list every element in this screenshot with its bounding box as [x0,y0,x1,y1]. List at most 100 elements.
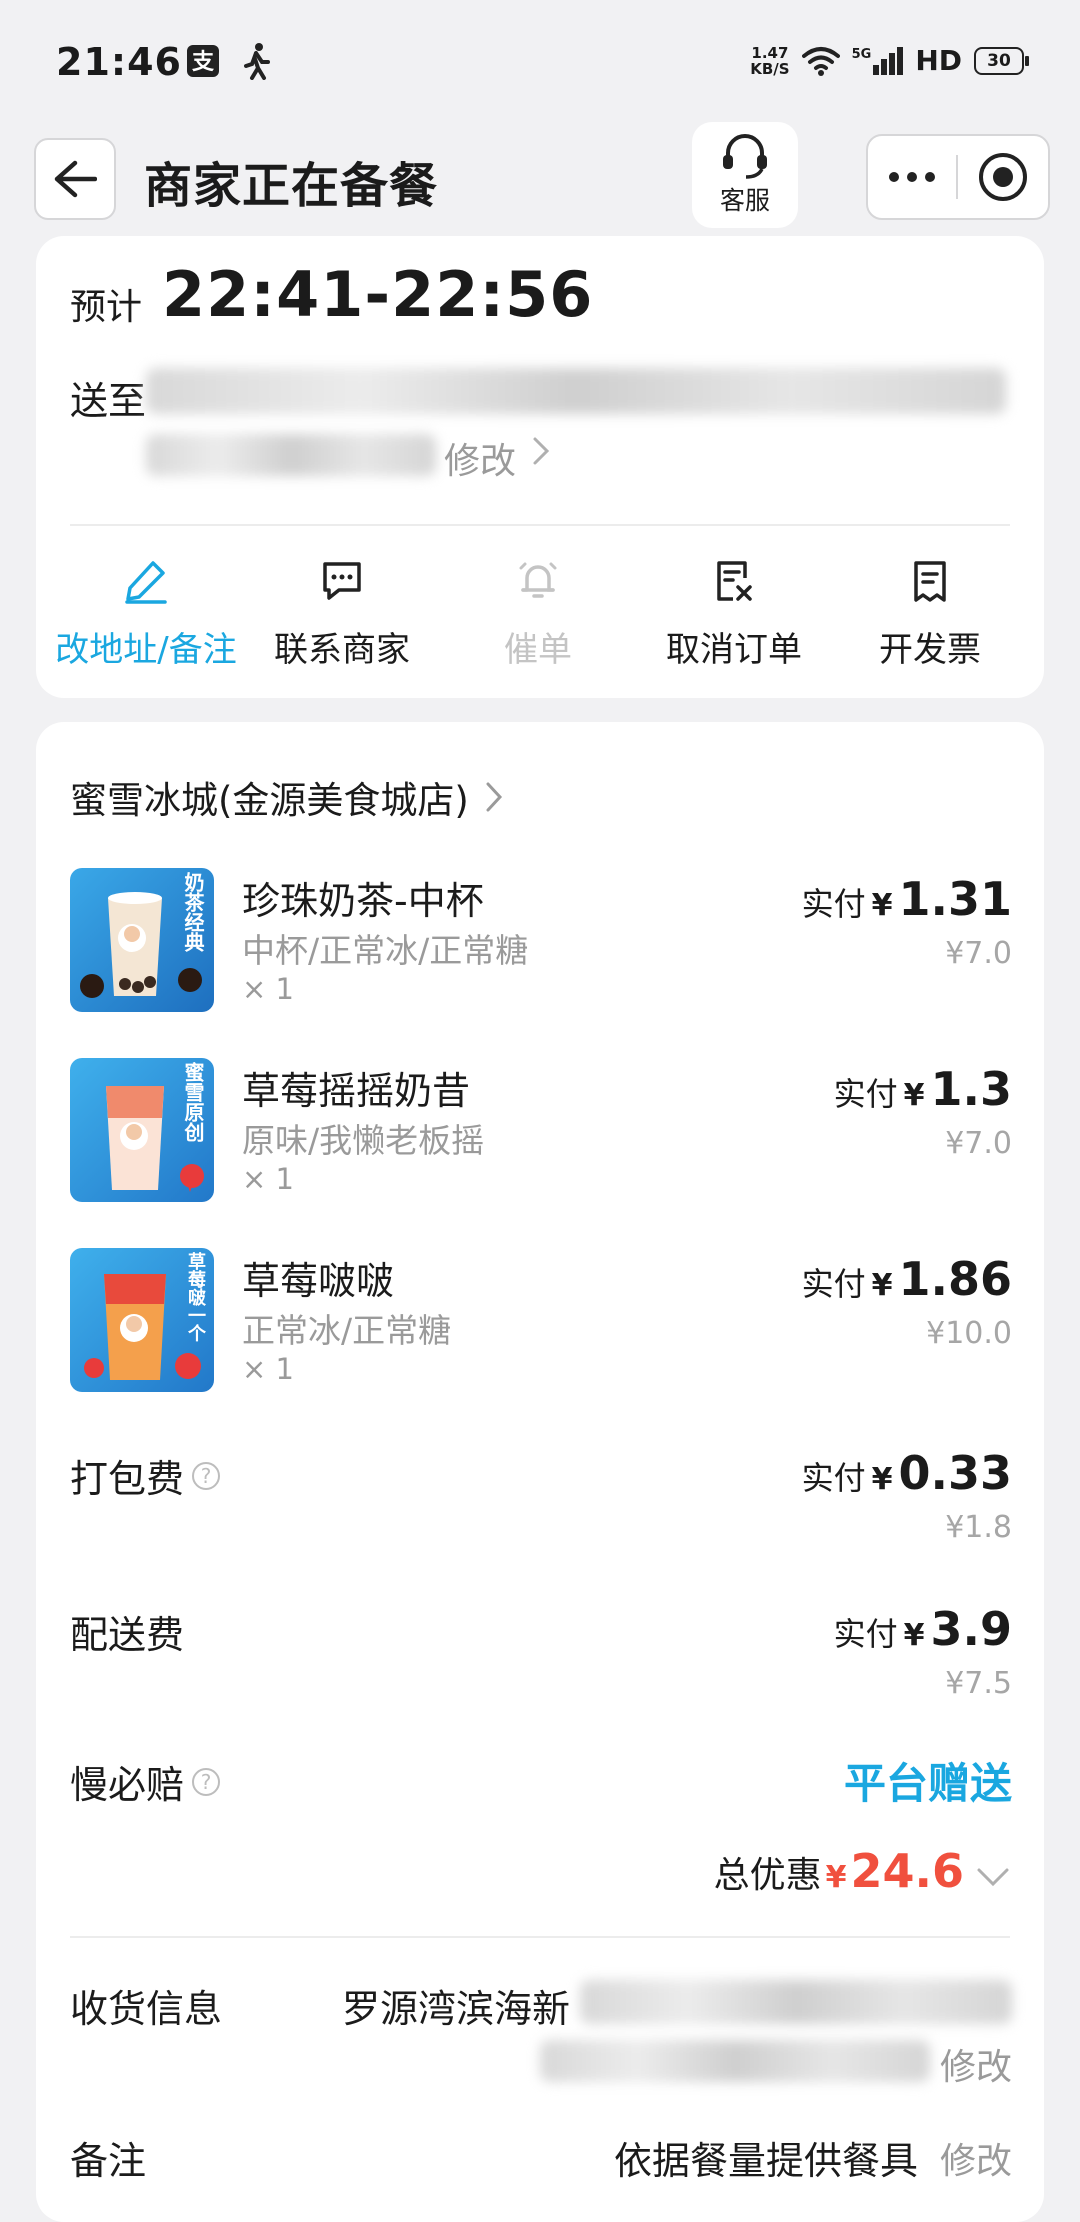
address-redacted [146,368,1006,414]
miniprogram-capsule [866,134,1050,220]
action-label: 催单 [504,630,572,670]
action-label: 取消订单 [666,630,802,670]
fee-label: 打包费 ? [70,1448,221,1503]
status-right-icons: 1.47 KB/S 5G HD 30 [750,43,1029,78]
action-cancel-order[interactable]: 取消订单 [636,552,832,671]
card-divider [70,524,1010,526]
status-bar: 21:46 支 1.47 KB/S 5G HD 30 [0,0,1080,120]
receiver-value: 罗源湾滨海新 [342,1987,571,2031]
note-label: 备注 [70,2139,147,2183]
action-label: 改地址/备注 [55,630,237,670]
address-prefix: 送至 [70,379,147,423]
receiver-info-row: 收货信息 罗源湾滨海新 修改 [70,1978,1012,2088]
item-name: 草莓啵啵 [242,1259,395,1303]
bell-icon [519,562,557,598]
item-name: 珍珠奶茶-中杯 [242,879,484,923]
total-discount[interactable]: 总优惠 ¥ 24.6 [714,1844,1010,1898]
platform-gift-label: 平台赠送 [843,1759,1012,1808]
page-title: 商家正在备餐 [144,158,439,214]
phone-redacted [146,434,436,476]
address-modify-link[interactable]: 修改 [444,432,516,484]
hd-indicator: HD [915,44,962,77]
back-button[interactable] [34,138,116,220]
discount-value: 24.6 [850,1844,965,1898]
status-time: 21:46 [56,40,182,84]
action-urge-order[interactable]: 催单 [440,552,636,671]
cell-signal-icon: 5G [852,46,904,75]
help-icon[interactable]: ? [192,1461,221,1490]
eta-prefix: 预计 [70,287,143,328]
help-icon[interactable]: ? [192,1767,221,1796]
order-item[interactable]: 草莓啵一个 草莓啵啵 正常冰/正常糖 × 1 实付 ¥ 1.86 ¥10.0 [70,1248,1012,1398]
eta-time: 22:41-22:56 [162,258,594,331]
close-miniprogram-button[interactable] [958,151,1048,203]
item-original-price: ¥7.0 [945,936,1012,971]
item-paid-price: 实付 ¥ 1.3 [833,1062,1012,1116]
item-spec: 原味/我懒老板摇 [242,1121,485,1160]
order-item[interactable]: 蜜雪原创 草莓摇摇奶昔 原味/我懒老板摇 × 1 实付 ¥ 1.3 ¥7.0 [70,1058,1012,1208]
thumbnail-text: 奶茶经典 [181,872,205,952]
product-thumbnail: 蜜雪原创 [70,1058,214,1202]
action-label: 开发票 [879,630,981,670]
packing-fee-row: 打包费 ? 实付 ¥ 0.33 ¥1.8 [70,1442,1012,1552]
item-name: 草莓摇摇奶昔 [242,1069,471,1113]
wifi-icon [801,46,840,76]
discount-label: 总优惠 [713,1855,822,1896]
order-detail-card: 蜜雪冰城(金源美食城店) 奶茶经典 珍珠奶茶-中杯 中杯/正常冰/正常糖 × 1… [36,722,1044,2222]
action-invoice[interactable]: 开发票 [832,552,1028,671]
fee-label: 配送费 [70,1613,185,1657]
item-original-price: ¥10.0 [926,1316,1012,1351]
note-value: 依据餐量提供餐具 [614,2139,919,2183]
action-label: 联系商家 [274,630,410,670]
late-compensation-row: 慢必赔 ? 平台赠送 [70,1748,1012,1858]
item-paid-price: 实付 ¥ 1.31 [801,872,1012,926]
more-button[interactable] [868,171,956,183]
thumbnail-text: 草莓啵一个 [185,1252,206,1342]
receiver-redacted [540,2040,930,2082]
fee-label: 慢必赔 ? [70,1754,221,1809]
card-divider [70,1936,1010,1938]
status-left-icons: 支 [186,42,272,80]
shop-link[interactable]: 蜜雪冰城(金源美食城店) [70,770,503,824]
battery-icon: 30 [974,46,1029,75]
edit-icon [125,561,167,604]
delivery-card: 预计 22:41-22:56 送至 修改 改地址/备注 联系商家 催单 取消订单… [36,236,1044,698]
svg-text:支: 支 [192,50,215,75]
receiver-label: 收货信息 [70,1987,223,2031]
item-quantity: × 1 [242,1352,294,1386]
customer-service-label: 客服 [719,186,770,215]
network-speed: 1.47 KB/S [750,43,790,78]
more-dots-icon [889,172,935,182]
delivery-fee-row: 配送费 实付 ¥ 3.9 ¥7.5 [70,1598,1012,1708]
order-actions: 改地址/备注 联系商家 催单 取消订单 开发票 [36,552,1044,671]
action-change-address[interactable]: 改地址/备注 [48,552,244,671]
chat-icon [323,562,361,600]
chevron-right-icon [486,782,502,812]
headset-icon [723,134,767,179]
item-quantity: × 1 [242,1162,294,1196]
packing-original-price: ¥1.8 [945,1510,1012,1545]
receipt-icon [914,561,946,602]
order-item[interactable]: 奶茶经典 珍珠奶茶-中杯 中杯/正常冰/正常糖 × 1 实付 ¥ 1.31 ¥7… [70,868,1012,1018]
product-thumbnail: 草莓啵一个 [70,1248,214,1392]
receiver-redacted [580,1980,1012,2024]
walking-icon [244,43,270,80]
shop-name: 蜜雪冰城(金源美食城店) [70,779,469,822]
alipay-icon: 支 [187,45,219,77]
item-paid-price: 实付 ¥ 1.86 [801,1252,1012,1306]
customer-service-button[interactable]: 客服 [692,122,798,228]
item-original-price: ¥7.0 [945,1126,1012,1161]
note-row: 备注 依据餐量提供餐具 修改 [70,2130,1012,2190]
delivery-original-price: ¥7.5 [945,1666,1012,1701]
product-thumbnail: 奶茶经典 [70,868,214,1012]
target-circle-icon [979,153,1027,201]
chevron-down-icon [977,1868,1009,1887]
note-modify-link[interactable]: 修改 [940,2132,1012,2184]
receiver-modify-link[interactable]: 修改 [940,2038,1012,2090]
action-contact-merchant[interactable]: 联系商家 [244,552,440,671]
item-quantity: × 1 [242,972,294,1006]
cancel-doc-icon [717,561,752,601]
delivery-paid-price: 实付 ¥ 3.9 [833,1602,1012,1656]
back-arrow-icon [54,160,97,198]
discount-currency: ¥ [825,1860,847,1895]
